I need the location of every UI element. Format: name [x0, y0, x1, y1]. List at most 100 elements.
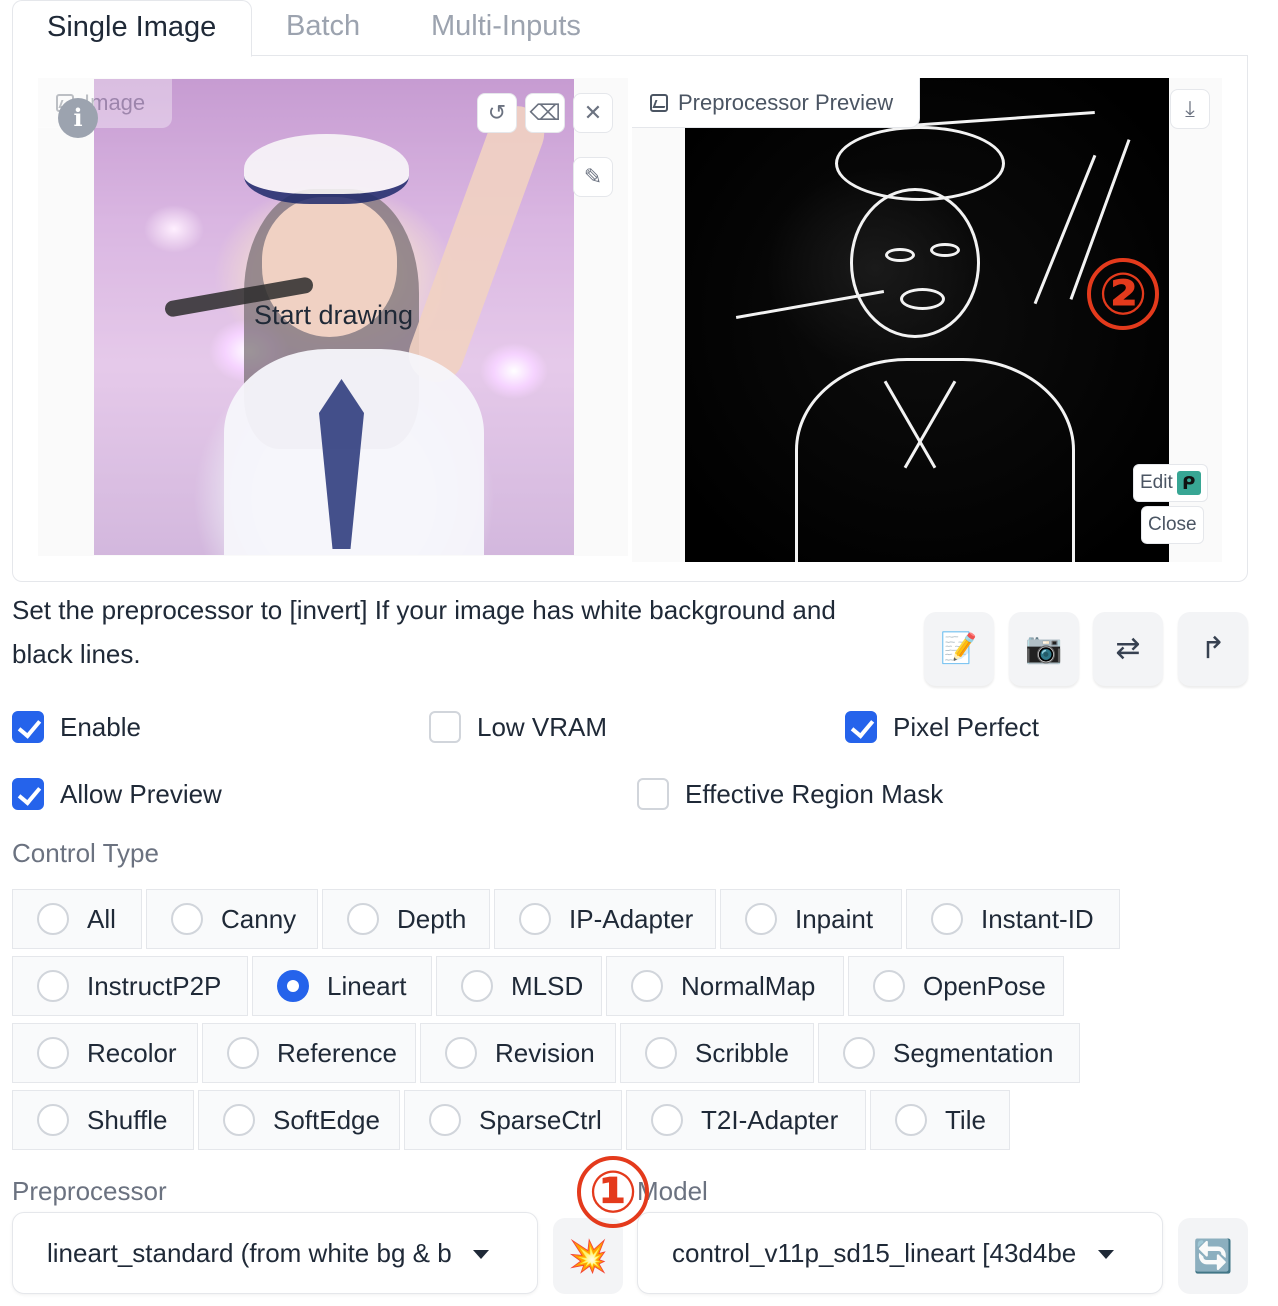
control-type-recolor[interactable]: Recolor: [12, 1023, 198, 1083]
webcam-button[interactable]: 📷: [1009, 612, 1079, 686]
radio-button[interactable]: [37, 1037, 69, 1069]
control-type-reference[interactable]: Reference: [202, 1023, 416, 1083]
control-type-instant-id[interactable]: Instant-ID: [906, 889, 1120, 949]
info-icon[interactable]: i: [58, 98, 98, 138]
control-type-label-normalmap: NormalMap: [681, 970, 816, 1001]
radio-button[interactable]: [931, 903, 963, 935]
model-dropdown[interactable]: control_v11p_sd15_lineart [43d4be: [637, 1212, 1163, 1294]
allow-preview-checkbox-box[interactable]: [12, 778, 44, 810]
photopea-icon: ᑭ: [1176, 471, 1201, 495]
control-type-segmentation[interactable]: Segmentation: [818, 1023, 1080, 1083]
model-value: control_v11p_sd15_lineart [43d4be: [672, 1238, 1077, 1268]
brush-icon[interactable]: ✎: [573, 157, 613, 197]
control-type-all[interactable]: All: [12, 889, 142, 949]
effective-region-mask-label: Effective Region Mask: [685, 778, 944, 809]
allow-preview-label: Allow Preview: [60, 778, 222, 809]
pixel-perfect-label: Pixel Perfect: [893, 711, 1039, 742]
control-type-sparsectrl[interactable]: SparseCtrl: [404, 1090, 622, 1150]
preprocessor-dropdown[interactable]: lineart_standard (from white bg & b: [12, 1212, 538, 1294]
control-type-label-inpaint: Inpaint: [795, 903, 874, 934]
enable-checkbox[interactable]: Enable: [12, 711, 141, 743]
photo-hat: [244, 134, 409, 204]
edit-canvas-button[interactable]: 📝: [924, 612, 994, 686]
control-type-shuffle[interactable]: Shuffle: [12, 1090, 194, 1150]
preview-label-text: Preprocessor Preview: [678, 89, 894, 115]
run-preprocessor-button[interactable]: 💥: [553, 1218, 623, 1294]
radio-button[interactable]: [745, 903, 777, 935]
radio-button[interactable]: [37, 970, 69, 1002]
tab-bar: Single Image Batch Multi-Inputs: [12, 0, 1248, 57]
radio-button[interactable]: [895, 1104, 927, 1136]
radio-button[interactable]: [519, 903, 551, 935]
radio-button[interactable]: [461, 970, 493, 1002]
close-icon[interactable]: ✕: [573, 93, 613, 133]
preprocessor-label: Preprocessor: [12, 1176, 167, 1206]
radio-button[interactable]: [843, 1037, 875, 1069]
enable-checkbox-box[interactable]: [12, 711, 44, 743]
radio-button[interactable]: [645, 1037, 677, 1069]
radio-button[interactable]: [429, 1104, 461, 1136]
control-type-ip-adapter[interactable]: IP-Adapter: [494, 889, 716, 949]
radio-button[interactable]: [445, 1037, 477, 1069]
edit-button-label: Edit: [1140, 472, 1173, 493]
edit-button[interactable]: Edit ᑭ: [1133, 464, 1208, 502]
eraser-icon[interactable]: ⌫: [525, 93, 565, 133]
low-vram-checkbox-box[interactable]: [429, 711, 461, 743]
low-vram-checkbox[interactable]: Low VRAM: [429, 711, 607, 743]
control-type-label-segmentation: Segmentation: [893, 1037, 1054, 1068]
camera-icon: 📷: [1025, 632, 1063, 665]
control-type-revision[interactable]: Revision: [420, 1023, 616, 1083]
control-type-inpaint[interactable]: Inpaint: [720, 889, 902, 949]
effective-region-mask-checkbox[interactable]: Effective Region Mask: [637, 778, 943, 810]
radio-button[interactable]: [37, 1104, 69, 1136]
mirror-webcam-button[interactable]: ⇄: [1093, 612, 1163, 686]
control-type-openpose[interactable]: OpenPose: [848, 956, 1064, 1016]
radio-button[interactable]: [171, 903, 203, 935]
control-type-instructp2p[interactable]: InstructP2P: [12, 956, 248, 1016]
radio-button[interactable]: [347, 903, 379, 935]
tab-single-image[interactable]: Single Image: [12, 0, 252, 57]
allow-preview-checkbox[interactable]: Allow Preview: [12, 778, 222, 810]
control-type-label-scribble: Scribble: [695, 1037, 789, 1068]
control-type-label-reference: Reference: [277, 1037, 397, 1068]
refresh-models-button[interactable]: 🔄: [1178, 1218, 1248, 1294]
radio-button[interactable]: [651, 1104, 683, 1136]
control-type-label-softedge: SoftEdge: [273, 1104, 380, 1135]
control-type-label-recolor: Recolor: [87, 1037, 177, 1068]
image-icon: [650, 93, 668, 112]
control-type-mlsd[interactable]: MLSD: [436, 956, 602, 1016]
refresh-icon: 🔄: [1193, 1238, 1233, 1274]
control-type-tile[interactable]: Tile: [870, 1090, 1010, 1150]
download-icon[interactable]: ⤓: [1170, 89, 1210, 129]
radio-button[interactable]: [873, 970, 905, 1002]
control-type-depth[interactable]: Depth: [322, 889, 490, 949]
start-drawing-text[interactable]: Start drawing: [254, 300, 413, 331]
tab-multi-inputs[interactable]: Multi-Inputs: [397, 0, 615, 56]
preprocessor-value: lineart_standard (from white bg & b: [47, 1238, 452, 1268]
control-type-normalmap[interactable]: NormalMap: [606, 956, 844, 1016]
send-dimensions-button[interactable]: ↱: [1178, 612, 1248, 686]
radio-button[interactable]: [277, 970, 309, 1002]
chevron-down-icon: [1098, 1250, 1114, 1259]
control-type-label-shuffle: Shuffle: [87, 1104, 168, 1135]
preprocessor-preview-image: [685, 78, 1169, 562]
effective-region-mask-checkbox-box[interactable]: [637, 778, 669, 810]
control-type-softedge[interactable]: SoftEdge: [198, 1090, 400, 1150]
control-type-t2i-adapter[interactable]: T2I-Adapter: [626, 1090, 866, 1150]
radio-button[interactable]: [631, 970, 663, 1002]
pixel-perfect-checkbox[interactable]: Pixel Perfect: [845, 711, 1039, 743]
radio-button[interactable]: [227, 1037, 259, 1069]
radio-button[interactable]: [37, 903, 69, 935]
pixel-perfect-checkbox-box[interactable]: [845, 711, 877, 743]
radio-button[interactable]: [223, 1104, 255, 1136]
control-type-canny[interactable]: Canny: [146, 889, 318, 949]
enable-label: Enable: [60, 711, 141, 742]
explosion-icon: 💥: [568, 1238, 608, 1274]
close-preview-button[interactable]: Close: [1141, 506, 1204, 544]
undo-icon[interactable]: ↺: [477, 93, 517, 133]
tab-batch[interactable]: Batch: [252, 0, 394, 56]
control-type-scribble[interactable]: Scribble: [620, 1023, 814, 1083]
control-type-lineart[interactable]: Lineart: [252, 956, 432, 1016]
low-vram-label: Low VRAM: [477, 711, 608, 742]
control-type-label: Control Type: [12, 838, 159, 868]
